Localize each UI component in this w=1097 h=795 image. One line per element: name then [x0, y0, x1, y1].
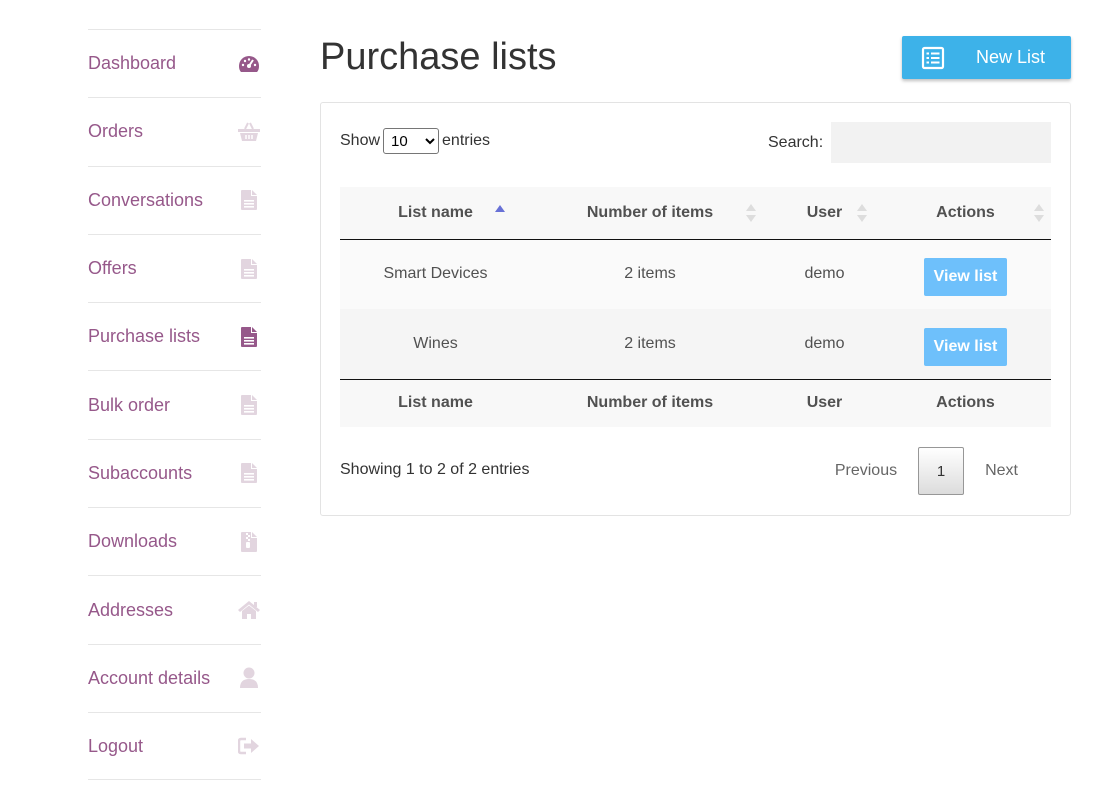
document-icon	[237, 393, 261, 417]
table-row: Wines 2 items demo View list	[340, 309, 1051, 379]
new-list-label: New List	[976, 47, 1046, 67]
column-header-user[interactable]: User	[769, 187, 880, 240]
sidebar-item-conversations[interactable]: Conversations	[88, 165, 261, 234]
table-header-row: List name Number of items User Actions	[340, 187, 1051, 240]
sort-both-icon	[856, 203, 868, 228]
basket-icon	[237, 120, 261, 144]
file-archive-icon	[237, 530, 261, 554]
column-header-label: List name	[398, 203, 473, 221]
cell-user: demo	[804, 334, 845, 352]
page-button-current[interactable]: 1	[918, 447, 965, 495]
document-icon	[237, 257, 261, 281]
sidebar-item-subaccounts[interactable]: Subaccounts	[88, 438, 261, 507]
footer-user: User	[769, 378, 880, 427]
column-header-actions[interactable]: Actions	[880, 187, 1051, 240]
cell-actions: View list	[880, 239, 1051, 309]
sidebar-item-purchase-lists[interactable]: Purchase lists	[88, 302, 261, 370]
search-label: Search:	[768, 133, 824, 151]
sidebar-item-downloads[interactable]: Downloads	[88, 507, 261, 575]
column-header-list-name[interactable]: List name	[340, 187, 531, 240]
sidebar-item-label: Logout	[88, 735, 144, 756]
sort-ascending-icon	[494, 203, 506, 226]
footer-actions: Actions	[880, 378, 1051, 427]
sidebar-item-logout[interactable]: Logout	[88, 711, 261, 781]
purchase-lists-table: List name Number of items User Actions S…	[340, 187, 1051, 427]
user-icon	[237, 666, 261, 690]
search-control: Search:	[768, 122, 1052, 163]
next-page-button[interactable]: Next	[971, 462, 1032, 480]
sidebar-item-addresses[interactable]: Addresses	[88, 575, 261, 643]
entries-label: entries	[442, 132, 491, 149]
table-body: Smart Devices 2 items demo View list Wines 2 …	[340, 239, 1051, 379]
page-title: Purchase lists	[320, 36, 557, 78]
cell-list-name: Smart Devices	[383, 265, 488, 283]
column-header-label: User	[806, 203, 843, 221]
cell-actions: View list	[880, 309, 1051, 379]
sidebar-item-label: Account details	[88, 667, 211, 688]
list-icon	[921, 46, 945, 73]
page-length-control: Show 102550100 entries	[340, 128, 490, 154]
table-footer-row: List name Number of items User Actions	[340, 378, 1051, 427]
footer-number-of-items: Number of items	[531, 378, 769, 427]
document-icon	[237, 325, 261, 349]
show-label: Show	[340, 132, 381, 149]
sort-both-icon	[1033, 203, 1045, 228]
column-header-label: Number of items	[586, 203, 714, 221]
sidebar-item-label: Addresses	[88, 599, 174, 620]
sidebar-item-label: Dashboard	[88, 53, 177, 74]
view-list-button[interactable]: View list	[923, 258, 1008, 297]
table-row: Smart Devices 2 items demo View list	[340, 239, 1051, 309]
sidebar-item-dashboard[interactable]: Dashboard	[88, 29, 261, 97]
pagination: Previous 1 Next	[821, 447, 1032, 495]
footer-list-name: List name	[340, 378, 531, 427]
table-info: Showing 1 to 2 of 2 entries	[340, 461, 530, 478]
page-length-select[interactable]: 102550100	[383, 128, 440, 154]
sidebar-item-label: Offers	[88, 258, 137, 279]
sidebar-item-label: Purchase lists	[88, 326, 201, 347]
sign-out-icon	[237, 734, 261, 758]
search-input[interactable]	[831, 122, 1052, 163]
sidebar-item-label: Bulk order	[88, 394, 171, 415]
cell-user: demo	[804, 265, 845, 283]
sidebar-item-offers[interactable]: Offers	[88, 233, 261, 302]
sidebar-item-orders[interactable]: Orders	[88, 97, 261, 165]
nav-list: Dashboard Orders Conversations Offers Purcha…	[88, 29, 261, 781]
sidebar-item-label: Subaccounts	[88, 462, 193, 483]
document-icon	[237, 461, 261, 485]
column-header-number-of-items[interactable]: Number of items	[531, 187, 769, 240]
column-header-label: Actions	[936, 203, 995, 221]
gauge-icon	[237, 52, 261, 76]
home-icon	[237, 598, 261, 622]
cell-list-name: Wines	[413, 334, 458, 352]
previous-page-button[interactable]: Previous	[821, 462, 911, 480]
sidebar-item-bulk-order[interactable]: Bulk order	[88, 370, 261, 438]
document-icon	[237, 188, 261, 212]
cell-number-of-items: 2 items	[624, 334, 676, 352]
sort-both-icon	[745, 203, 757, 228]
cell-number-of-items: 2 items	[624, 265, 676, 283]
account-navigation: Dashboard Orders Conversations Offers Purcha…	[88, 29, 261, 781]
purchase-lists-panel: Show 102550100 entries Search: List name…	[320, 102, 1071, 516]
view-list-button[interactable]: View list	[923, 327, 1008, 366]
sidebar-item-label: Conversations	[88, 189, 204, 210]
sidebar-item-account-details[interactable]: Account details	[88, 643, 261, 712]
new-list-button[interactable]: New List	[902, 36, 1071, 79]
sidebar-item-label: Orders	[88, 121, 144, 142]
sidebar-item-label: Downloads	[88, 531, 178, 552]
